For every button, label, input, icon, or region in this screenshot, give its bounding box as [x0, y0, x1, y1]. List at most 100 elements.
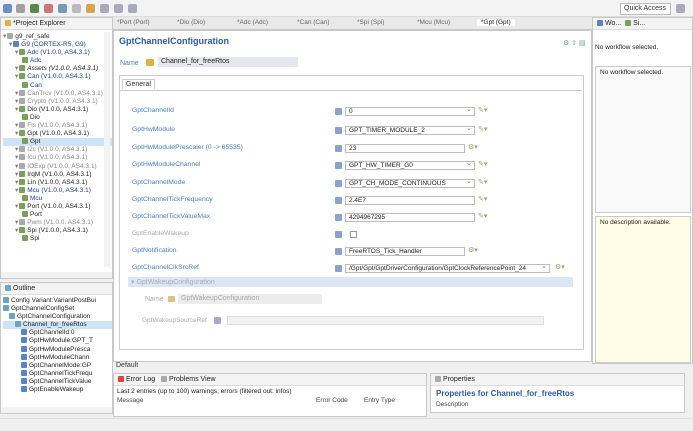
- print-icon[interactable]: [16, 4, 25, 13]
- project-tree-item[interactable]: Adc: [3, 57, 112, 65]
- parameter-field[interactable]: 23: [345, 144, 465, 153]
- outline-item[interactable]: GptChannelTickValue: [3, 377, 112, 386]
- parameter-field[interactable]: 4294967295: [345, 213, 475, 222]
- outline-item[interactable]: Channel_for_freeRtos: [3, 321, 112, 330]
- vertical-scrollbar[interactable]: [104, 32, 110, 267]
- project-tree-item[interactable]: Port: [3, 211, 112, 219]
- parameter-action-icon[interactable]: ⚙▾: [468, 143, 478, 151]
- outline-item[interactable]: GptHwModulePresca: [3, 345, 112, 354]
- expand-toggle-icon[interactable]: ▾: [15, 146, 18, 153]
- wakeup-source-field[interactable]: [227, 316, 544, 325]
- editor-tab[interactable]: *Adc (Adc): [237, 19, 268, 26]
- expand-toggle-icon[interactable]: ▾: [15, 227, 18, 234]
- parameter-field[interactable]: 2.4E7: [345, 196, 475, 205]
- outline-item[interactable]: GptChannelMode:GP: [3, 361, 112, 370]
- wakeup-name-field[interactable]: GptWakeupConfiguration: [178, 294, 322, 304]
- horizontal-scrollbar[interactable]: [1, 272, 112, 278]
- expand-toggle-icon[interactable]: ▾: [15, 130, 18, 137]
- parameter-action-icon[interactable]: ⚙▾: [555, 263, 565, 271]
- editor-tab[interactable]: *Dio (Dio): [177, 19, 205, 26]
- parameter-action-icon[interactable]: ✎▾: [478, 125, 487, 133]
- project-tree-item[interactable]: Spi: [3, 235, 112, 243]
- parameter-checkbox[interactable]: [350, 231, 357, 238]
- default-tab[interactable]: Default: [116, 362, 138, 369]
- error-log-tabs[interactable]: Error Log Problems View: [114, 374, 426, 386]
- project-tree-item[interactable]: ▾ Mcu (V1.0.0, AS4.3.1): [3, 186, 112, 195]
- expand-toggle-icon[interactable]: ▾: [15, 163, 18, 170]
- editor-tab[interactable]: *Mcu (Mcu): [417, 19, 450, 26]
- save-icon[interactable]: [3, 4, 12, 13]
- expand-toggle-icon[interactable]: ▾: [15, 203, 18, 210]
- quick-access-input[interactable]: Quick Access: [620, 3, 671, 15]
- project-tree-item[interactable]: Gpt: [3, 138, 112, 147]
- project-tree-item[interactable]: ▾ Pwm (V1.0.0, AS4.3.1): [3, 219, 112, 227]
- parameter-combobox[interactable]: 0: [345, 107, 475, 116]
- project-tree-item[interactable]: ▾ Can (V1.0.0, AS4.3.1): [3, 73, 112, 81]
- outline-item[interactable]: GptChannelConfiguration: [3, 313, 112, 321]
- nav-forward-icon[interactable]: [114, 4, 123, 13]
- expand-toggle-icon[interactable]: ▾: [15, 171, 18, 178]
- project-tree-item[interactable]: ▾ Fls (V1.0.0, AS4.3.1): [3, 122, 112, 130]
- expand-toggle-icon[interactable]: ▾: [15, 90, 18, 97]
- editor-tab[interactable]: *Port (Port): [117, 19, 150, 26]
- editor-tab[interactable]: *Spi (Spi): [357, 19, 384, 26]
- project-tree-item[interactable]: ▾ I2c (V1.0.0, AS4.3.1): [3, 146, 112, 154]
- name-field[interactable]: Channel_for_freeRtos: [158, 57, 298, 67]
- project-tree-item[interactable]: ▾ Crypto (V1.0.0, AS4.3.1): [3, 97, 112, 106]
- expand-toggle-icon[interactable]: ▾: [15, 73, 18, 80]
- expand-toggle-icon[interactable]: ▾: [15, 106, 18, 113]
- project-tree-item[interactable]: Dio: [3, 113, 112, 122]
- outline-horizontal-scrollbar[interactable]: [1, 407, 112, 413]
- project-tree-item[interactable]: ▾ Adc (V1.0.0, AS4.3.1): [3, 49, 112, 57]
- outline-item[interactable]: GptChannelId:0: [3, 329, 112, 337]
- parameter-action-icon[interactable]: ✎▾: [478, 106, 487, 114]
- wizard-icon[interactable]: [86, 4, 95, 13]
- parameter-combobox[interactable]: /Gpt/Gpt/GptDriverConfiguration/GptClock…: [345, 264, 550, 273]
- parameter-action-icon[interactable]: ✎▾: [478, 160, 487, 168]
- build-icon[interactable]: [30, 4, 39, 13]
- project-tree-item[interactable]: ▾ IrqM (V1.0.0, AS4.3.1): [3, 170, 112, 179]
- nav-history-icon[interactable]: [128, 4, 137, 13]
- outline-item[interactable]: GptEnableWakeup: [3, 386, 112, 394]
- parameter-action-icon[interactable]: ✎▾: [478, 195, 487, 203]
- generate-icon[interactable]: [44, 4, 53, 13]
- project-tree-item[interactable]: ▾ g9_ref_safe: [3, 33, 112, 41]
- parameter-combobox[interactable]: GPT_HW_TIMER_G0: [345, 161, 475, 170]
- outline-item[interactable]: GptHwModule:GPT_T: [3, 337, 112, 345]
- project-tree-item[interactable]: Can: [3, 81, 112, 90]
- project-tree-item[interactable]: ▾ CanTrcv (V1.0.0, AS4.3.1): [3, 89, 112, 98]
- expand-toggle-icon[interactable]: ▾: [3, 33, 6, 40]
- expand-toggle-icon[interactable]: ▾: [15, 98, 18, 105]
- outline-tab[interactable]: Outline: [1, 283, 112, 295]
- editor-tab[interactable]: *Can (Can): [297, 19, 330, 26]
- properties-tab[interactable]: Properties: [431, 374, 684, 386]
- editor-tab[interactable]: *Gpt (Gpt): [477, 19, 515, 26]
- expand-toggle-icon[interactable]: ▾: [15, 122, 18, 129]
- perspective-icon[interactable]: [676, 4, 685, 13]
- parameter-action-icon[interactable]: ✎▾: [478, 178, 487, 186]
- parameter-action-icon[interactable]: ⚙▾: [468, 246, 478, 254]
- outline-item[interactable]: GptChannelTickFrequ: [3, 369, 112, 378]
- project-tree-item[interactable]: ▾ Gpt (V1.0.0, AS4.3.1): [3, 130, 112, 138]
- parameter-combobox[interactable]: GPT_CH_MODE_CONTINUOUS: [345, 179, 475, 188]
- parameter-combobox[interactable]: GPT_TIMER_MODULE_2: [345, 126, 475, 135]
- outline-item[interactable]: GptChannelConfigSet: [3, 305, 112, 313]
- validate-icon[interactable]: [58, 4, 67, 13]
- project-tree-item[interactable]: ▾ Assets (V1.0.0, AS4.3.1): [3, 65, 112, 73]
- expand-toggle-icon[interactable]: ▾: [15, 49, 18, 56]
- editor-header-icons[interactable]: ⚙ ⇧ ▤: [563, 39, 586, 47]
- project-tree-item[interactable]: ▾ Icu (V1.0.0, AS4.3.1): [3, 154, 112, 162]
- project-tree-item[interactable]: ▾ IOExp (V1.0.0, AS4.3.1): [3, 162, 112, 171]
- filter-icon[interactable]: [72, 4, 81, 13]
- expand-toggle-icon[interactable]: ▾: [15, 187, 18, 194]
- parameter-action-icon[interactable]: ✎▾: [478, 212, 487, 220]
- entry-type-column[interactable]: Entry Type: [364, 397, 395, 404]
- expand-toggle-icon[interactable]: ▾: [15, 154, 18, 161]
- expand-toggle-icon[interactable]: ▾: [15, 65, 18, 72]
- project-tree-item[interactable]: ▾ Port (V1.0.0, AS4.3.1): [3, 202, 112, 211]
- expand-toggle-icon[interactable]: ▾: [15, 219, 18, 226]
- project-tree-item[interactable]: ▾ Dio (V1.0.0, AS4.3.1): [3, 105, 112, 114]
- expand-toggle-icon[interactable]: ▾: [9, 41, 12, 48]
- expand-toggle-icon[interactable]: ▾: [15, 179, 18, 186]
- project-tree-item[interactable]: Mcu: [3, 194, 112, 203]
